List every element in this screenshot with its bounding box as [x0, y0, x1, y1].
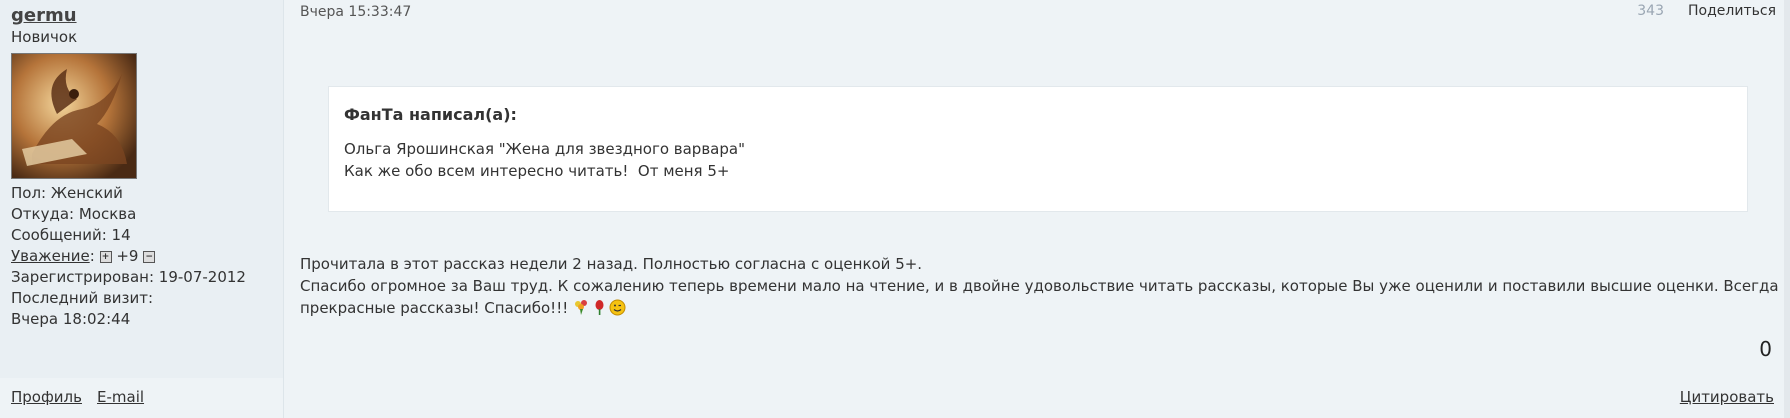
quote-line-1: Ольга Ярошинская "Жена для звездного вар…: [344, 140, 745, 158]
user-reputation: Уважение: + +9 −: [11, 246, 246, 267]
bouquet-icon: [575, 300, 588, 315]
quote-line-2: Как же обо всем интересно читать! От мен…: [344, 162, 730, 180]
post-body: Прочитала в этот рассказ недели 2 назад.…: [300, 253, 1780, 319]
user-location: Откуда: Москва: [11, 205, 137, 223]
post-footer: Профиль E-mail Цитировать: [0, 378, 1790, 418]
user-messages: Сообщений: 14: [11, 226, 131, 244]
rose-icon: [595, 300, 604, 315]
user-info: Пол: Женский Откуда: Москва Сообщений: 1…: [11, 183, 246, 330]
reputation-plus-icon[interactable]: +: [99, 250, 112, 263]
last-visit-label: Последний визит:: [11, 289, 154, 307]
user-gender: Пол: Женский: [11, 184, 123, 202]
reputation-value: +9: [116, 247, 139, 265]
reputation-minus-icon[interactable]: −: [143, 250, 156, 263]
post-body-line-2: Спасибо огромное за Ваш труд. К сожалени…: [300, 275, 1780, 319]
post-body-text: Спасибо огромное за Ваш труд. К сожалени…: [300, 277, 1779, 317]
avatar: [11, 53, 137, 179]
vote-count: 0: [1759, 337, 1772, 361]
scrollbar-edge[interactable]: [1784, 0, 1790, 418]
post-body-line-1: Прочитала в этот рассказ недели 2 назад.…: [300, 255, 923, 273]
dragon-avatar-icon: [12, 54, 136, 178]
user-registered: Зарегистрирован: 19-07-2012: [11, 268, 246, 286]
profile-link[interactable]: Профиль: [11, 388, 82, 406]
reputation-link[interactable]: Уважение: [11, 247, 90, 265]
footer-divider: [283, 378, 284, 418]
quote-author: ФанТа написал(а):: [344, 105, 517, 124]
quote-box: ФанТа написал(а): Ольга Ярошинская "Жена…: [328, 86, 1748, 212]
post-number-link[interactable]: 343: [1637, 3, 1664, 19]
wink-smiley-icon: [609, 299, 626, 316]
user-sidebar: germu Новичок Пол: Женский Откуда: Москв…: [0, 0, 284, 378]
quote-link[interactable]: Цитировать: [1680, 388, 1774, 406]
post-content: Вчера 15:33:47 343 Поделиться ФанТа напи…: [284, 0, 1790, 378]
user-rank: Новичок: [11, 28, 78, 46]
post-date: Вчера 15:33:47: [300, 4, 412, 20]
quote-text: Ольга Ярошинская "Жена для звездного вар…: [344, 138, 745, 182]
username-link[interactable]: germu: [11, 5, 77, 26]
share-button[interactable]: Поделиться: [1688, 3, 1776, 19]
last-visit-value: Вчера 18:02:44: [11, 310, 131, 328]
email-link[interactable]: E-mail: [97, 388, 144, 406]
